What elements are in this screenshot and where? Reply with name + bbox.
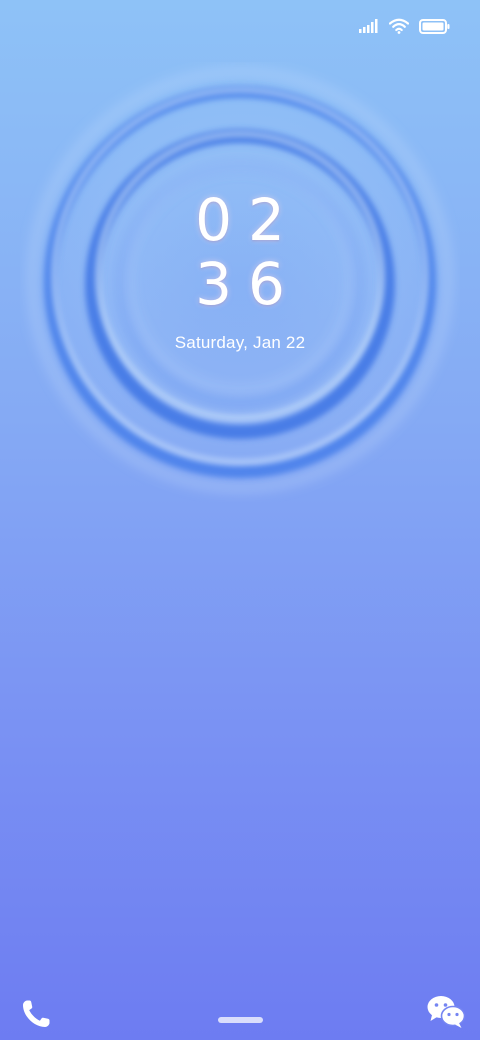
status-bar [0,0,480,56]
home-indicator[interactable] [218,1017,263,1023]
clock-minutes: 36 [195,250,301,318]
battery-icon [419,18,450,39]
clock-hours: 02 [195,186,301,254]
wechat-shortcut-button[interactable] [426,994,466,1030]
lockscreen-clock: 02 36 [0,188,480,316]
phone-shortcut-button[interactable] [18,996,54,1032]
wifi-icon [388,18,410,39]
status-icons [359,18,450,39]
lockscreen-bottom-bar [0,970,480,1040]
lockscreen-date: Saturday, Jan 22 [174,333,306,352]
signal-icon [359,19,379,38]
phone-icon [18,1000,54,1036]
wechat-icon [426,996,466,1034]
